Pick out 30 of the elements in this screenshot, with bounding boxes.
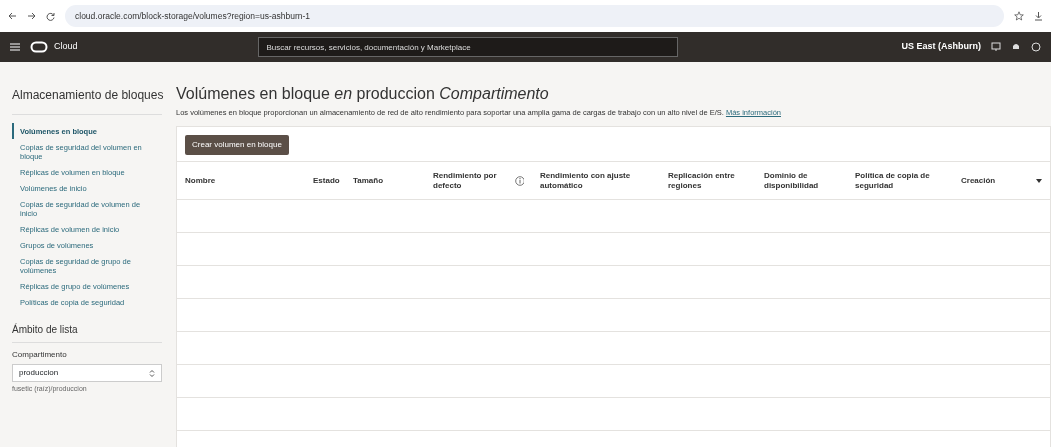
sidebar-title: Almacenamiento de bloques xyxy=(12,86,162,115)
column-header[interactable]: Creación xyxy=(961,175,996,187)
monitor-icon[interactable] xyxy=(991,42,1001,52)
reload-icon[interactable] xyxy=(46,11,55,21)
compartment-select[interactable]: produccion xyxy=(12,364,162,382)
address-bar[interactable]: cloud.oracle.com/block-storage/volumes?region=us-ashburn-1 xyxy=(65,5,1004,27)
region-selector[interactable]: US East (Ashburn) xyxy=(901,40,981,54)
column-header[interactable]: Estado xyxy=(313,175,340,187)
star-icon[interactable] xyxy=(1014,11,1024,21)
ring-icon xyxy=(30,41,48,53)
info-icon[interactable] xyxy=(515,175,524,186)
column-header[interactable]: Replicación entre regiones xyxy=(668,170,748,192)
forward-icon[interactable] xyxy=(27,12,36,20)
brand-name[interactable]: Cloud xyxy=(54,40,78,54)
search-field[interactable]: Buscar recursos, servicios, documentación y Marketplace xyxy=(257,37,678,57)
scope-title: Ámbito de lista xyxy=(12,322,162,343)
sort-icon[interactable] xyxy=(1036,178,1042,183)
column-header[interactable]: Rendimiento por defecto xyxy=(433,170,516,192)
column-header[interactable]: Rendimiento con ajuste automático xyxy=(540,170,652,192)
column-header[interactable]: Dominio de disponibilidad xyxy=(764,170,839,192)
field-label: Compartimento xyxy=(12,349,68,361)
column-header[interactable]: Nombre xyxy=(185,175,216,187)
page-title: Volúmenes en bloque en produccion Compartimento xyxy=(176,84,550,104)
column-header[interactable]: Tamaño xyxy=(353,175,384,187)
updown-icon xyxy=(149,368,155,378)
download-icon[interactable] xyxy=(1034,11,1043,21)
column-header[interactable]: Política de copia de seguridad xyxy=(855,170,945,192)
back-icon[interactable] xyxy=(8,12,17,20)
create-button[interactable]: Crear volumen en bloque xyxy=(185,135,289,156)
menu-icon[interactable] xyxy=(10,43,20,51)
